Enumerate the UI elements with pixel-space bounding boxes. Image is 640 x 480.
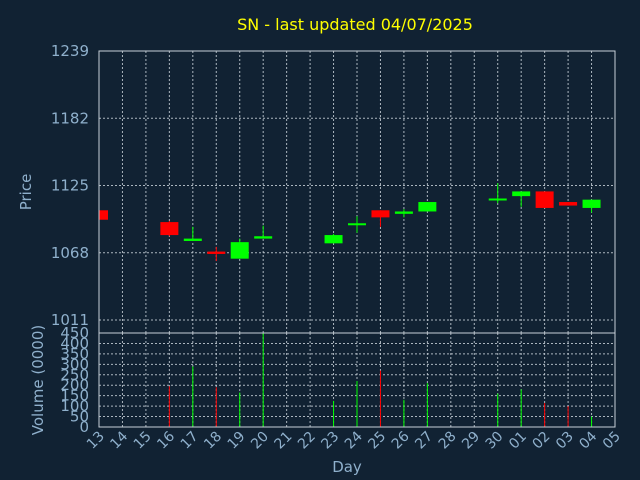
candle-body xyxy=(160,222,179,236)
price-axis-label: Price xyxy=(17,174,35,211)
x-tick-label: 19 xyxy=(225,429,249,453)
candle-body xyxy=(348,223,366,226)
price-tick-label: 1239 xyxy=(51,42,89,60)
candle-body xyxy=(535,191,554,208)
x-tick-label: 03 xyxy=(553,429,577,453)
candle-body xyxy=(207,251,226,254)
x-tick-label: 30 xyxy=(483,429,507,453)
x-tick-label: 27 xyxy=(412,429,436,453)
price-y-ticks: 12391182112510681011 xyxy=(51,42,89,329)
candle-body xyxy=(582,199,601,208)
candle-body xyxy=(324,235,343,244)
price-candles xyxy=(98,183,601,262)
candle-body xyxy=(183,238,202,241)
x-tick-label: 15 xyxy=(131,429,155,453)
price-tick-label: 1125 xyxy=(51,177,89,195)
candle-body xyxy=(230,242,249,259)
x-tick-label: 04 xyxy=(576,428,600,452)
candle-body xyxy=(371,210,390,218)
x-tick-label: 24 xyxy=(342,428,366,452)
x-tick-label: 23 xyxy=(318,429,342,453)
volume-bars xyxy=(168,333,593,427)
x-tick-label: 26 xyxy=(389,428,413,452)
volume-axis-label: Volume (0000) xyxy=(29,325,47,435)
x-tick-label: 18 xyxy=(201,429,225,453)
x-tick-label: 22 xyxy=(295,429,319,453)
candle-body xyxy=(559,202,578,206)
x-tick-label: 01 xyxy=(506,429,530,453)
x-tick-label: 02 xyxy=(530,429,554,453)
x-tick-label: 21 xyxy=(272,429,296,453)
candle-body xyxy=(394,211,413,214)
price-tick-label: 1068 xyxy=(51,244,89,262)
x-tick-label: 29 xyxy=(459,429,483,453)
candle-body xyxy=(254,236,273,239)
candle-body xyxy=(99,210,108,220)
x-tick-label: 28 xyxy=(436,429,460,453)
chart-title: SN - last updated 04/07/2025 xyxy=(237,15,473,34)
x-tick-label: 25 xyxy=(365,429,389,453)
volume-tick-label: 0 xyxy=(79,418,89,436)
volume-y-ticks: 450400350300250200150100500 xyxy=(60,324,89,436)
candle-body xyxy=(418,202,437,212)
x-tick-label: 20 xyxy=(248,429,272,453)
chart-canvas: SN - last updated 04/07/2025 1239 1182 112… xyxy=(17,15,624,476)
x-axis-label: Day xyxy=(332,458,362,476)
x-tick-label: 17 xyxy=(178,429,202,453)
x-tick-label: 14 xyxy=(107,428,131,452)
candle-body xyxy=(512,191,531,197)
candle-body xyxy=(488,198,507,201)
x-tick-labels: 13 14 15 16 17 18 19 20 21 22 23 24 25 26 27 28 29 30 01 02… xyxy=(84,428,624,452)
price-tick-label: 1182 xyxy=(51,109,89,127)
x-tick-label: 16 xyxy=(154,428,178,452)
x-tick-label: 05 xyxy=(600,429,624,453)
